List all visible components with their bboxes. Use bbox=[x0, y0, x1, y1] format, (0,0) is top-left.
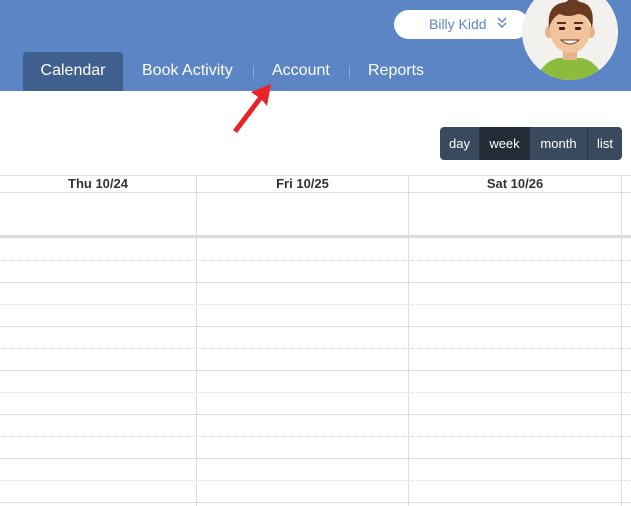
time-slot-line bbox=[0, 436, 631, 437]
time-slot-line bbox=[0, 392, 631, 393]
chevron-double-down-icon bbox=[497, 16, 507, 30]
avatar[interactable] bbox=[522, 0, 618, 80]
time-slot-line bbox=[0, 348, 631, 349]
time-slot-line bbox=[0, 458, 631, 459]
tab-book-activity[interactable]: Book Activity bbox=[142, 52, 233, 91]
day-header-fri[interactable]: Fri 10/25 bbox=[197, 175, 408, 192]
nav-separator bbox=[349, 66, 350, 78]
user-menu[interactable]: Billy Kidd bbox=[394, 10, 529, 39]
nav-separator bbox=[253, 66, 254, 78]
user-name: Billy Kidd bbox=[429, 16, 487, 32]
view-switcher: day week month list bbox=[440, 127, 622, 160]
day-header-sat[interactable]: Sat 10/26 bbox=[409, 175, 621, 192]
grid-line bbox=[0, 192, 631, 193]
time-slot-line bbox=[0, 282, 631, 283]
tab-account[interactable]: Account bbox=[272, 52, 330, 91]
time-slot-line bbox=[0, 502, 631, 503]
day-column-divider bbox=[408, 175, 409, 506]
calendar-week-grid: Thu 10/24 Fri 10/25 Sat 10/26 bbox=[0, 175, 631, 506]
time-slot-line bbox=[0, 414, 631, 415]
all-day-divider bbox=[0, 235, 631, 238]
view-day-button[interactable]: day bbox=[440, 127, 479, 160]
annotation-arrow-icon bbox=[233, 84, 271, 133]
day-header-thu[interactable]: Thu 10/24 bbox=[0, 175, 196, 192]
time-slot-line bbox=[0, 326, 631, 327]
day-column-divider bbox=[621, 175, 622, 506]
time-slot-line bbox=[0, 370, 631, 371]
top-header: Billy Kidd Calendar Book Activity Accoun… bbox=[0, 0, 631, 91]
tab-reports[interactable]: Reports bbox=[368, 52, 424, 91]
tab-calendar[interactable]: Calendar bbox=[23, 52, 123, 91]
view-list-button[interactable]: list bbox=[588, 127, 622, 160]
time-slot-line bbox=[0, 480, 631, 481]
day-column-divider bbox=[196, 175, 197, 506]
time-slot-line bbox=[0, 304, 631, 305]
time-slot-line bbox=[0, 260, 631, 261]
view-month-button[interactable]: month bbox=[530, 127, 587, 160]
view-week-button[interactable]: week bbox=[480, 127, 529, 160]
